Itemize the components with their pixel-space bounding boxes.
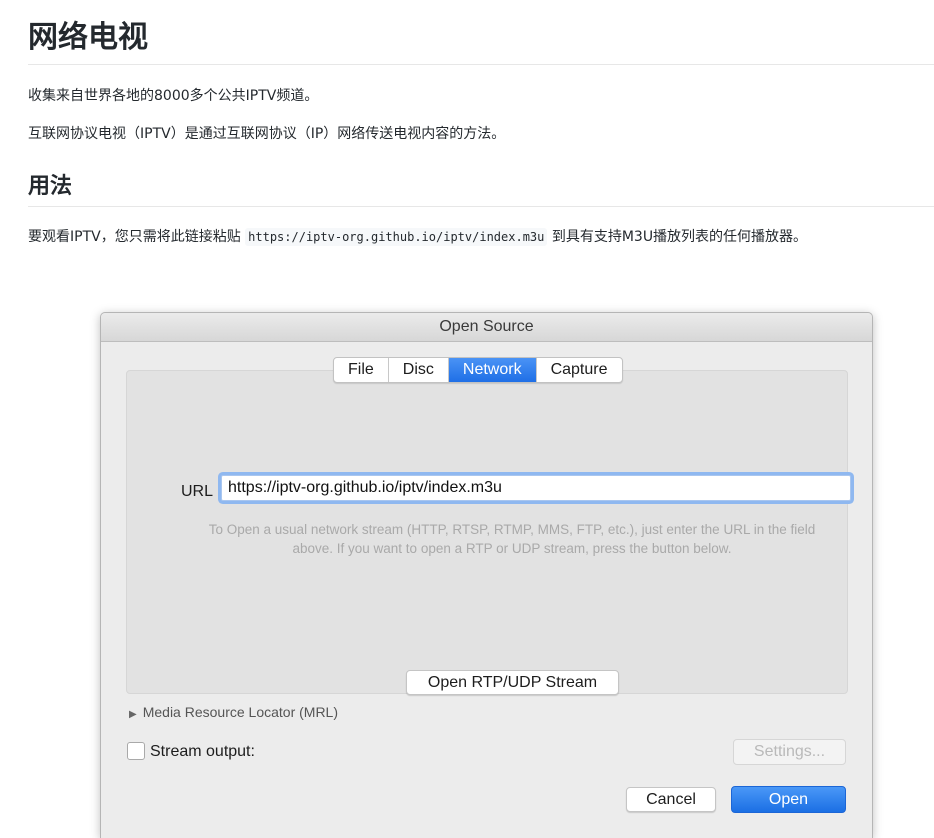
tab-network[interactable]: Network bbox=[448, 358, 537, 382]
intro-paragraph: 收集来自世界各地的8000多个公共IPTV频道。 bbox=[28, 88, 319, 104]
source-tabs: File Disc Network Capture bbox=[333, 357, 623, 383]
mrl-label: Media Resource Locator (MRL) bbox=[142, 704, 338, 720]
url-label: URL bbox=[181, 483, 214, 500]
open-rtp-udp-stream-button[interactable]: Open RTP/UDP Stream bbox=[406, 670, 619, 695]
usage-heading: 用法 bbox=[28, 172, 934, 207]
description-paragraph: 互联网协议电视（IPTV）是通过互联网协议（IP）网络传送电视内容的方法。 bbox=[28, 126, 506, 142]
network-hint-text: To Open a usual network stream (HTTP, RT… bbox=[208, 522, 816, 556]
usage-text-after: 到具有支持M3U播放列表的任何播放器。 bbox=[551, 229, 808, 245]
dialog-title: Open Source bbox=[101, 313, 872, 342]
url-input[interactable]: https://iptv-org.github.io/iptv/index.m3… bbox=[221, 475, 851, 501]
open-button[interactable]: Open bbox=[731, 786, 846, 813]
tab-file[interactable]: File bbox=[334, 358, 389, 382]
playlist-url-code[interactable]: https://iptv-org.github.io/iptv/index.m3… bbox=[245, 228, 548, 246]
page-title: 网络电视 bbox=[28, 18, 934, 65]
cancel-button[interactable]: Cancel bbox=[626, 787, 716, 812]
open-source-dialog: Open Source URL https://iptv-org.github.… bbox=[100, 312, 873, 838]
tab-capture[interactable]: Capture bbox=[537, 358, 622, 382]
tab-disc[interactable]: Disc bbox=[389, 358, 449, 382]
disclosure-triangle-icon: ▶ bbox=[129, 709, 137, 720]
network-panel: URL https://iptv-org.github.io/iptv/inde… bbox=[126, 370, 851, 695]
stream-output-label: Stream output: bbox=[150, 743, 255, 760]
stream-output-checkbox[interactable] bbox=[127, 742, 145, 760]
settings-button[interactable]: Settings... bbox=[733, 739, 846, 765]
usage-paragraph: 要观看IPTV，您只需将此链接粘贴 https://iptv-org.githu… bbox=[28, 227, 807, 247]
usage-text-before: 要观看IPTV，您只需将此链接粘贴 bbox=[28, 229, 241, 245]
mrl-disclosure[interactable]: ▶ Media Resource Locator (MRL) bbox=[129, 703, 338, 724]
